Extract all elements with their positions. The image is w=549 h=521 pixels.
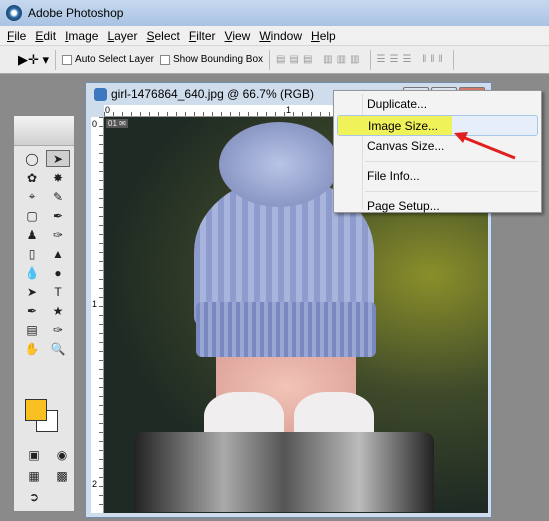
menu-item-file-info[interactable]: File Info... [337, 166, 538, 187]
lasso-tool-icon[interactable]: ✿ [20, 169, 44, 186]
foreground-color-swatch[interactable] [25, 399, 47, 421]
menu-window[interactable]: Window [259, 29, 302, 43]
slice-tool-icon[interactable]: ✎ [46, 188, 70, 205]
magic-wand-icon[interactable]: ✸ [46, 169, 70, 186]
photoshop-icon [6, 5, 22, 21]
app-title-bar: Adobe Photoshop [0, 0, 549, 26]
distribute-buttons-icon[interactable]: ☰☰☰ ‖‖‖ [377, 54, 447, 65]
path-selection-icon[interactable]: ➤ [20, 283, 44, 300]
menu-image[interactable]: Image [65, 29, 98, 43]
menu-item-duplicate[interactable]: Duplicate... [337, 94, 538, 115]
show-bounding-box-checkbox[interactable]: Show Bounding Box [159, 54, 264, 65]
ruler-label: 0 [92, 119, 98, 129]
marquee-tool-icon[interactable]: ◯ [20, 150, 44, 167]
brush-tool-icon[interactable]: ✒ [46, 207, 70, 224]
bounding-box-label: Show Bounding Box [172, 54, 264, 65]
photo-jar [134, 432, 434, 512]
full-screen-icon[interactable]: ▩ [50, 467, 74, 484]
history-brush-icon[interactable]: ✑ [46, 226, 70, 243]
paint-bucket-icon[interactable]: ▲ [46, 245, 70, 262]
menu-view[interactable]: View [225, 29, 251, 43]
toolbox: ◯ ➤ ✿ ✸ ⌖ ✎ ▢ ✒ ♟ ✑ ▯ ▲ 💧 ● ➤ T ✒ ★ ▤ ✑ … [13, 115, 75, 512]
divider [369, 49, 371, 70]
document-icon [94, 87, 107, 101]
divider [452, 49, 454, 70]
blur-tool-icon[interactable]: 💧 [20, 264, 44, 281]
options-bar: ▶✛ ▾ Auto Select Layer Show Bounding Box… [0, 46, 549, 74]
red-arrow-annotation [454, 132, 516, 160]
photo-pompom [219, 122, 339, 207]
ruler-label: 0 [105, 105, 111, 115]
jump-to-imageready-icon[interactable]: ➲ [22, 488, 46, 505]
crop-tool-icon[interactable]: ⌖ [20, 188, 44, 205]
shape-tool-icon[interactable]: ★ [46, 302, 70, 319]
divider [269, 49, 271, 70]
ruler-label: 1 [286, 105, 292, 115]
ruler-label: 1 [92, 299, 98, 309]
app-title: Adobe Photoshop [28, 6, 124, 20]
notes-tool-icon[interactable]: ▤ [20, 321, 44, 338]
image-size-label: Image Size... [368, 119, 439, 133]
document-title: girl-1476864_640.jpg @ 66.7% (RGB) [111, 87, 314, 101]
divider [55, 49, 57, 70]
quick-mask-icon[interactable]: ◉ [50, 446, 74, 463]
auto-select-label: Auto Select Layer [75, 54, 154, 65]
ruler-label: 2 [92, 479, 98, 489]
slice-badge: 01 ✉ [106, 119, 128, 128]
healing-brush-icon[interactable]: ▢ [20, 207, 44, 224]
photo-hat-brim [196, 302, 376, 357]
menu-bar: File Edit Image Layer Select Filter View… [0, 26, 549, 46]
menu-layer[interactable]: Layer [107, 29, 137, 43]
menu-item-page-setup[interactable]: Page Setup... [337, 196, 538, 217]
dodge-tool-icon[interactable]: ● [46, 264, 70, 281]
auto-select-layer-checkbox[interactable]: Auto Select Layer [62, 54, 154, 65]
menu-edit[interactable]: Edit [35, 29, 56, 43]
move-tool-icon[interactable]: ➤ [46, 150, 70, 167]
toolbox-header-logo [14, 116, 74, 146]
hand-tool-icon[interactable]: ✋ [20, 340, 44, 357]
eyedropper-icon[interactable]: ✑ [46, 321, 70, 338]
clone-stamp-icon[interactable]: ♟ [20, 226, 44, 243]
pen-tool-icon[interactable]: ✒ [20, 302, 44, 319]
screen-mode-icon[interactable]: ▦ [22, 467, 46, 484]
move-tool-preset-icon[interactable]: ▶✛ ▾ [18, 52, 49, 68]
menu-help[interactable]: Help [311, 29, 336, 43]
zoom-tool-icon[interactable]: 🔍 [46, 340, 70, 357]
type-tool-icon[interactable]: T [46, 283, 70, 300]
standard-mode-icon[interactable]: ▣ [22, 446, 46, 463]
menu-separator [365, 191, 538, 192]
align-buttons-icon[interactable]: ▤▤▤ ▥▥▥ [276, 54, 363, 65]
menu-select[interactable]: Select [146, 29, 179, 43]
eraser-tool-icon[interactable]: ▯ [20, 245, 44, 262]
menu-file[interactable]: File [7, 29, 26, 43]
menu-filter[interactable]: Filter [189, 29, 216, 43]
vertical-ruler[interactable]: 0 1 2 [91, 117, 104, 513]
